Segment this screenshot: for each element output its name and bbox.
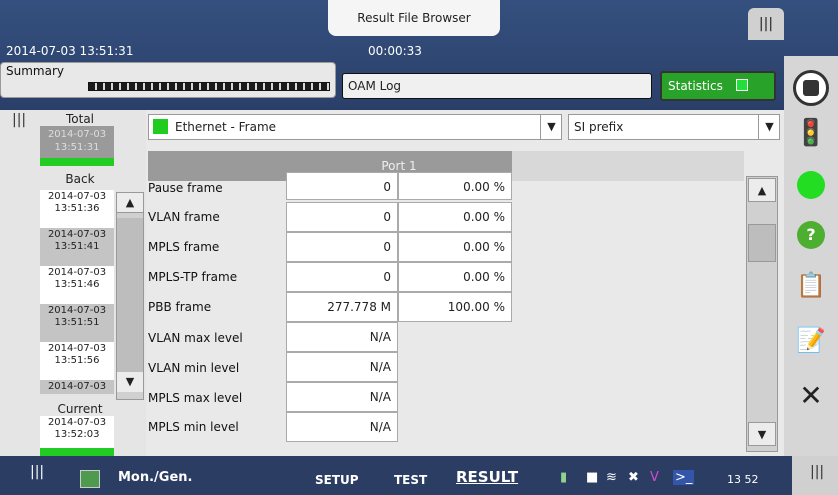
camera-icon: ■ [586,470,599,485]
timestamp-time: 13:52:03 [54,429,100,440]
row-value: 0 [286,262,398,292]
row-label: MPLS frame [148,240,220,254]
total-timestamp-time: 13:51:31 [54,142,100,153]
summary-progress-bar [88,82,330,91]
timestamp-date: 2014-07-03 [47,267,107,278]
script-icon[interactable]: 📝 [784,315,838,365]
summary-tab-label: Summary [6,64,64,78]
prefix-select[interactable]: SI prefix [568,114,780,140]
scrollbar-thumb[interactable] [117,218,143,372]
frame-led-icon [153,119,168,134]
battery-icon: ▮ [560,470,568,485]
left-grip-icon[interactable]: ||| [12,112,26,128]
timestamp-date: 2014-07-03 [47,191,107,202]
status-led-icon[interactable] [784,160,838,210]
row-percent: 100.00 % [398,292,512,322]
scrollbar-thumb[interactable] [748,224,776,262]
help-icon: ? [797,221,825,249]
total-timestamp-date: 2014-07-03 [47,129,107,140]
nav-result[interactable]: RESULT [456,468,518,486]
stop-icon [803,80,819,96]
timestamp-time: 13:51:46 [54,279,100,290]
statistics-tab[interactable]: Statistics [660,71,776,101]
traffic-light-icon[interactable]: 🚦 [784,108,838,158]
scroll-down-icon[interactable]: ▼ [748,422,776,446]
mode-label[interactable]: Mon./Gen. [118,470,193,485]
report-icon[interactable]: 📋 [784,260,838,310]
table-header-filler [512,151,744,181]
table-header-blank [148,151,286,181]
scroll-up-icon[interactable]: ▲ [748,178,776,202]
row-value: N/A [286,412,398,442]
table-scrollbar[interactable] [746,176,778,452]
row-label: MPLS min level [148,420,239,434]
stop-button[interactable] [784,63,838,113]
row-percent: 0.00 % [398,262,512,292]
total-status-bar [40,158,114,166]
current-timestamp-item[interactable]: 2014-07-03 13:52:03 [40,416,114,456]
oam-log-tab[interactable]: OAM Log [342,73,652,99]
close-icon[interactable]: ✕ [784,370,838,420]
row-value: 0 [286,232,398,262]
test-start-datetime: 2014-07-03 13:51:31 [6,44,134,58]
statistics-led-icon [736,79,748,91]
chevron-down-icon[interactable]: ▼ [540,114,562,140]
top-right-grip-icon[interactable]: ||| [748,8,784,40]
row-percent: 0.00 % [398,172,512,200]
timestamp-time: 13:51:51 [54,317,100,328]
clock: 13 52 [727,473,759,486]
row-value: N/A [286,322,398,352]
timestamp-time: 13:51:41 [54,241,100,252]
bluetooth-icon: ✖ [628,470,639,485]
row-label: MPLS max level [148,391,243,405]
timestamp-date: 2014-07-03 [47,343,107,354]
bottom-left-grip-icon[interactable]: ||| [0,456,70,495]
timestamp-time: 13:51:56 [54,355,100,366]
row-percent: 0.00 % [398,232,512,262]
timestamp-date: 2014-07-03 [47,229,107,240]
current-label: Current [57,402,103,416]
terminal-icon: >_ [673,470,695,485]
frame-type-select[interactable]: Ethernet - Frame [148,114,562,140]
row-label: VLAN frame [148,210,220,224]
scroll-up-icon[interactable]: ▲ [117,193,143,213]
bottom-right-grip-icon[interactable]: ||| [792,456,838,495]
elapsed-time: 00:00:33 [368,44,422,58]
row-label: PBB frame [148,300,212,314]
row-label: Pause frame [148,181,223,195]
row-value: N/A [286,382,398,412]
nav-test[interactable]: TEST [394,473,427,487]
row-value: N/A [286,352,398,382]
row-value: 0 [286,202,398,232]
timestamp-date: 2014-07-03 [47,305,107,316]
row-value: 277.778 M [286,292,398,322]
row-label: VLAN max level [148,331,243,345]
scroll-down-icon[interactable]: ▼ [117,372,143,392]
timestamp-time: 13:51:36 [54,203,100,214]
result-file-browser-tab[interactable]: Result File Browser [328,0,500,36]
row-value: 0 [286,172,398,200]
back-label: Back [65,172,95,186]
chevron-down-icon[interactable]: ▼ [758,114,780,140]
total-label: Total [65,112,95,126]
mon-gen-icon[interactable] [80,470,100,488]
timestamp-date: 2014-07-03 [47,381,107,392]
timestamp-item[interactable]: 2014-07-03 [40,380,114,394]
row-label: MPLS-TP frame [148,270,238,284]
row-label: VLAN min level [148,361,240,375]
nav-setup[interactable]: SETUP [315,473,359,487]
wifi-icon: ≋ [606,470,617,485]
vnc-icon: V [650,470,659,485]
help-button[interactable]: ? [784,210,838,260]
timestamp-date: 2014-07-03 [47,417,107,428]
row-percent: 0.00 % [398,202,512,232]
